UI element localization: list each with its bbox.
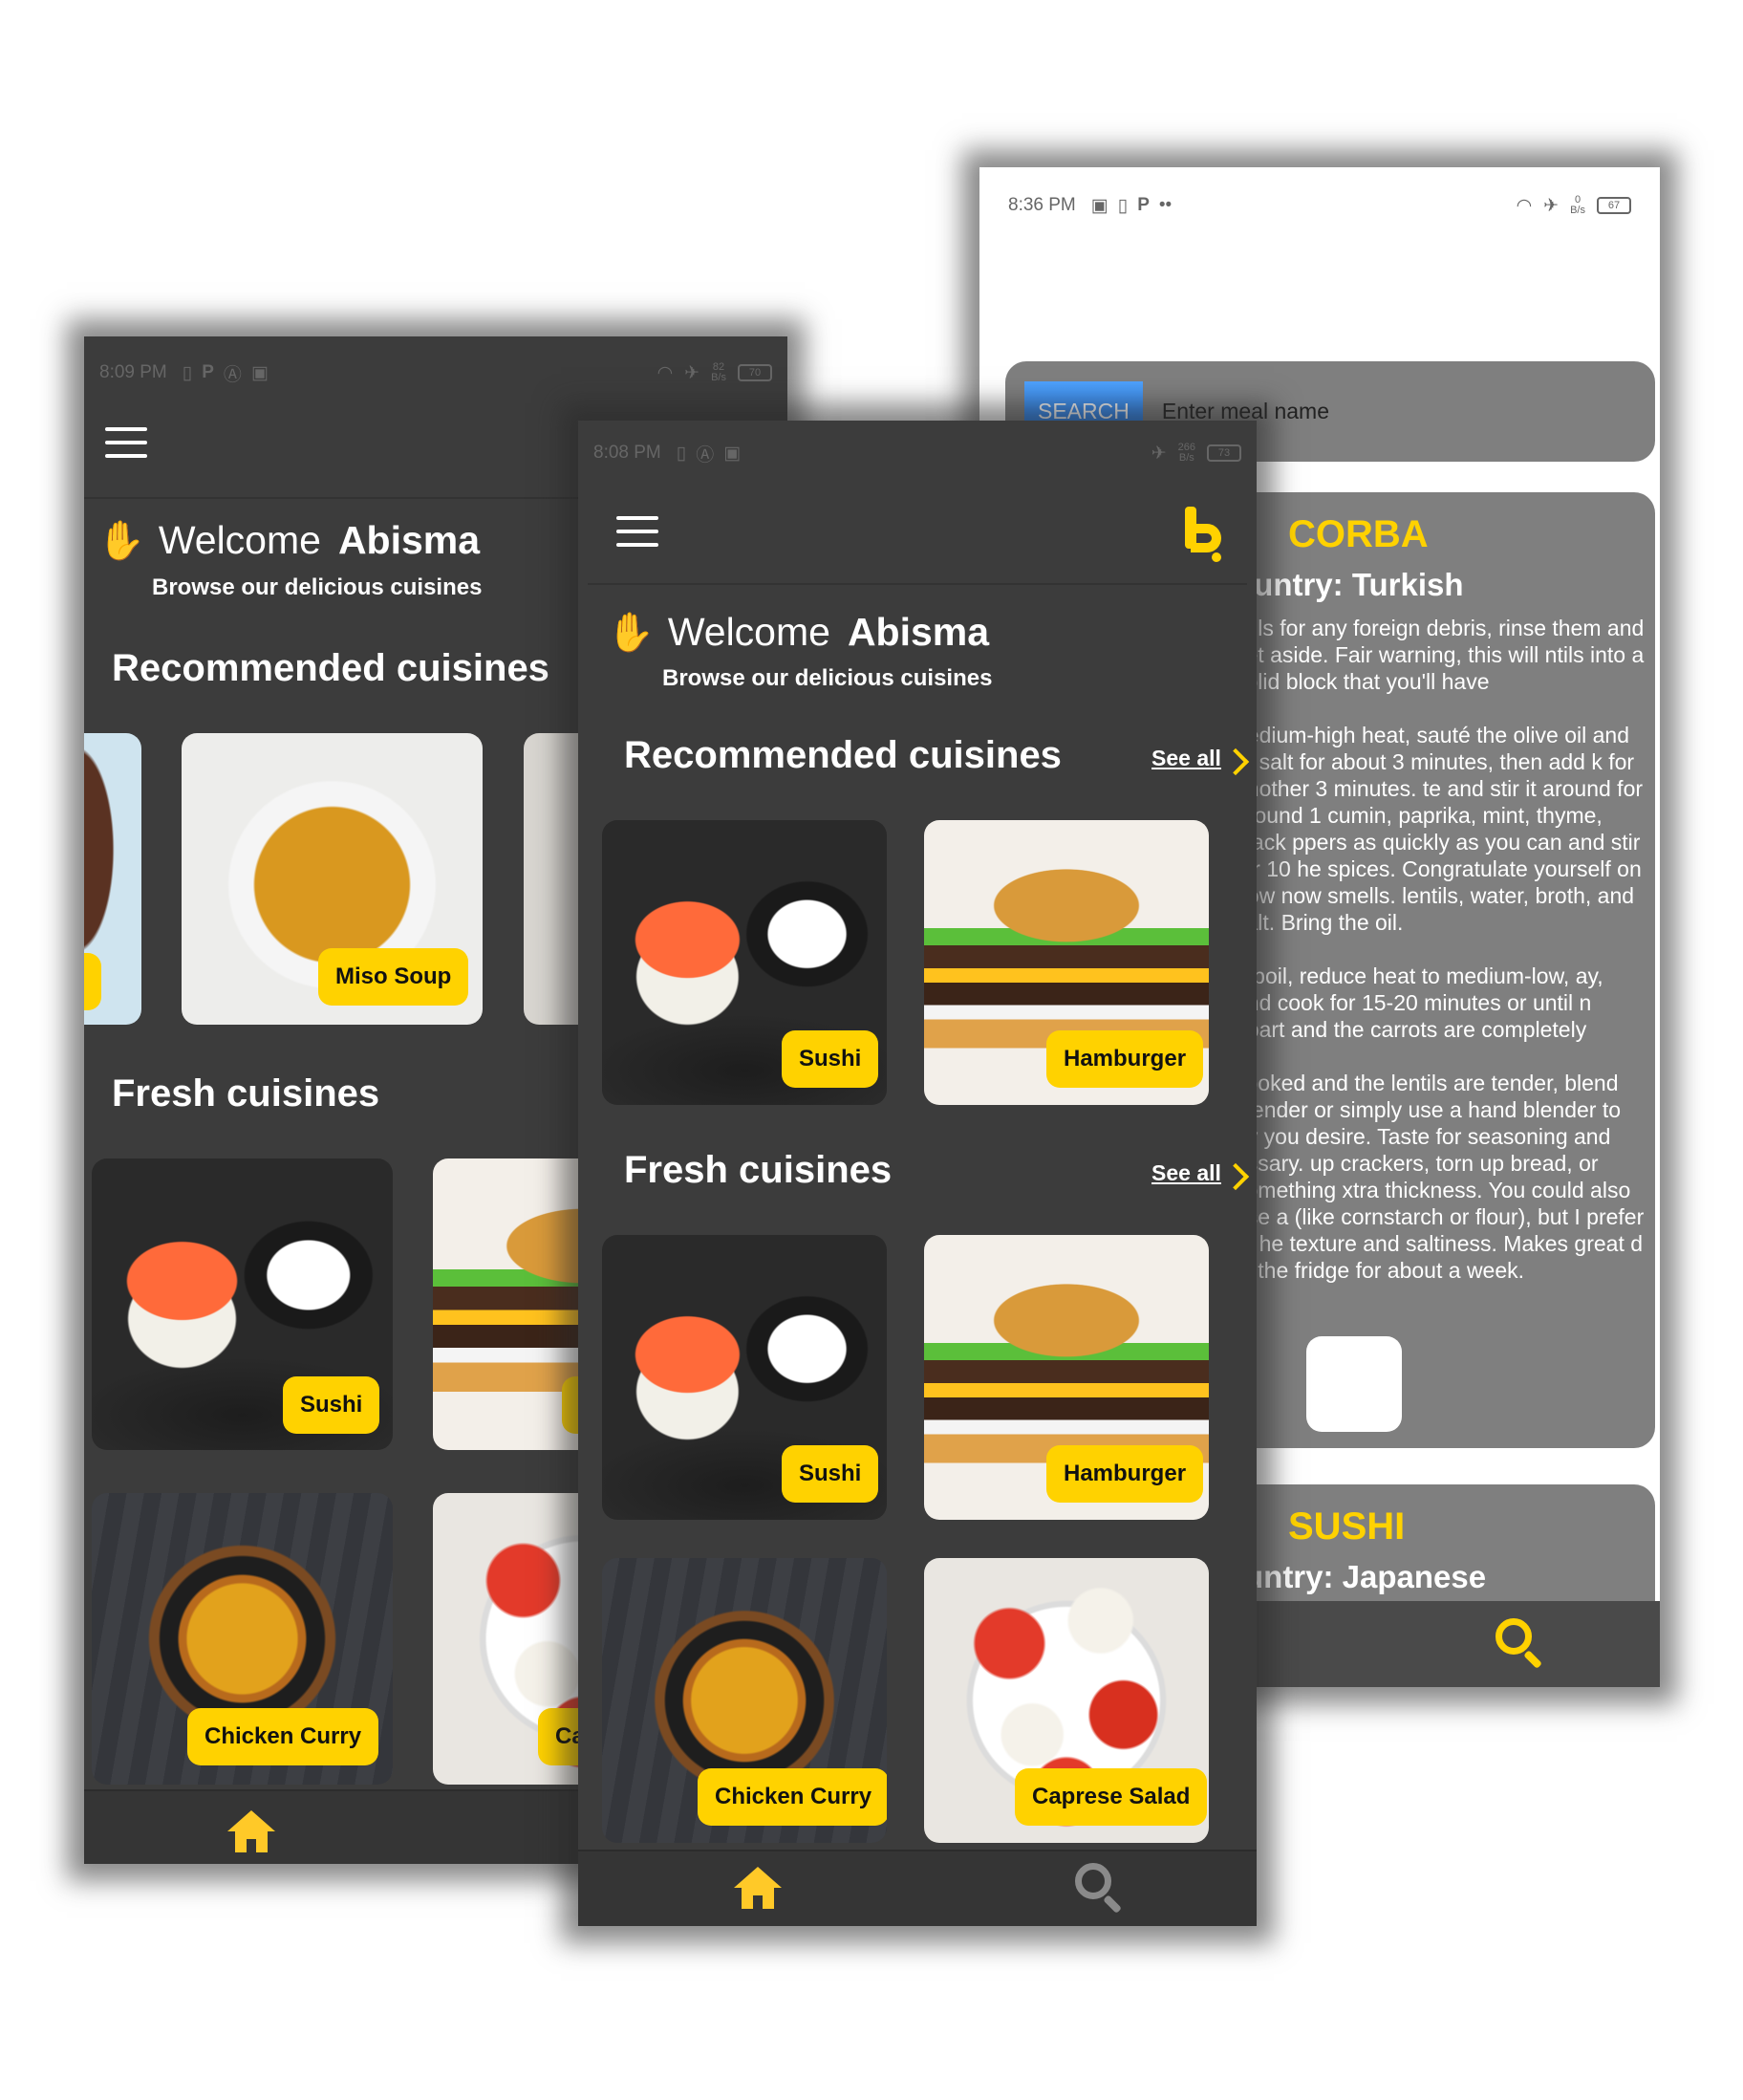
home-icon[interactable] (227, 1810, 275, 1852)
instruction-paragraph: a boil, reduce heat to medium-low, ay, a… (1235, 963, 1603, 1042)
food-card[interactable]: Chicken Curry (602, 1558, 887, 1843)
welcome-subtitle: Browse our delicious cuisines (152, 574, 483, 600)
battery-saver-icon: ▯ (182, 362, 193, 383)
meal-name: CORBA (1288, 513, 1429, 555)
menu-icon[interactable] (105, 427, 147, 460)
battery-icon: 70 (738, 364, 772, 381)
chevron-right-icon[interactable] (1221, 1162, 1250, 1191)
food-card[interactable]: Sushi (92, 1158, 393, 1450)
status-right: ◠ ✈ 0 B/s 67 (1517, 195, 1631, 217)
airplane-icon: ✈ (1151, 443, 1167, 464)
meal-thumbnail (1306, 1336, 1402, 1432)
status-icons: ▯ P Ⓐ ▣ (183, 360, 269, 386)
meal-instructions: ntils for any foreign debris, rinse them… (1235, 615, 1646, 1310)
net-speed: 266 B/s (1177, 442, 1195, 464)
image-icon: ▣ (250, 362, 269, 383)
meal-country: ountry: Turkish (1235, 567, 1464, 602)
waving-hand-icon: ✋ (607, 612, 655, 654)
fresh-title: Fresh cuisines (624, 1149, 893, 1191)
food-label: Caprese Salad (1015, 1768, 1208, 1826)
fresh-title: Fresh cuisines (112, 1072, 380, 1115)
status-bar: 8:09 PM ▯ P Ⓐ ▣ ◠ ✈ 82 B/s 70 (84, 336, 787, 409)
food-card[interactable]: Chicken Curry (92, 1493, 393, 1785)
food-label: Hamburger (1046, 1445, 1204, 1503)
status-time: 8:36 PM (1008, 195, 1076, 215)
more-dots-icon: •• (1158, 195, 1173, 215)
header-divider (588, 583, 1247, 585)
food-card[interactable]: ake (84, 733, 141, 1025)
meal-name: SUSHI (1288, 1505, 1406, 1548)
a-app-icon: Ⓐ (223, 364, 242, 385)
wifi-icon: ◠ (1516, 195, 1533, 216)
meal-country: untry: Japanese (1244, 1559, 1487, 1594)
food-label: Hamburger (1046, 1030, 1204, 1088)
search-icon[interactable] (1496, 1618, 1543, 1669)
battery-saver-icon: ▯ (1117, 195, 1129, 216)
battery-saver-icon: ▯ (676, 443, 687, 464)
showcase-stage: 8:36 PM ▣ ▯ P •• ◠ ✈ 0 B/s 67 SEARCH Ente… (0, 0, 1743, 2100)
status-time: 8:09 PM (99, 362, 167, 382)
food-label: Chicken Curry (698, 1768, 887, 1826)
net-speed: 0 B/s (1570, 194, 1585, 216)
status-icons: ▯ Ⓐ ▣ (677, 441, 741, 466)
status-icons: ▣ ▯ P •• (1091, 195, 1172, 217)
waving-hand-icon: ✋ (97, 520, 145, 562)
see-all-link[interactable]: See all (1151, 1160, 1221, 1186)
food-label: Miso Soup (318, 948, 469, 1006)
see-all-link[interactable]: See all (1151, 746, 1221, 771)
instruction-paragraph: cooked and the lentils are tender, blend… (1235, 1071, 1645, 1283)
search-icon[interactable] (1075, 1863, 1123, 1914)
welcome-row: ✋ Welcome Abisma (607, 610, 989, 655)
status-bar: 8:36 PM ▣ ▯ P •• ◠ ✈ 0 B/s 67 (979, 167, 1660, 244)
p-app-icon: P (202, 362, 214, 382)
welcome-row: ✋ Welcome Abisma (97, 518, 480, 563)
food-label: Sushi (782, 1030, 879, 1088)
food-card[interactable]: Hamburger (924, 1235, 1209, 1520)
home-icon[interactable] (734, 1867, 782, 1909)
image-icon: ▣ (723, 443, 742, 464)
food-label: Sushi (283, 1376, 380, 1434)
user-name: Abisma (337, 518, 481, 562)
welcome-text: Welcome (158, 518, 321, 562)
welcome-subtitle: Browse our delicious cuisines (662, 665, 993, 691)
status-right: ✈ 266 B/s 73 (1151, 443, 1241, 465)
food-card[interactable]: Caprese Salad (924, 1558, 1209, 1843)
food-label: Chicken Curry (187, 1708, 379, 1765)
airplane-icon: ✈ (684, 362, 700, 383)
status-time: 8:08 PM (593, 443, 661, 463)
user-name: Abisma (847, 610, 990, 654)
recommended-title: Recommended cuisines (112, 647, 549, 689)
status-right: ◠ ✈ 82 B/s 70 (657, 362, 772, 384)
wifi-icon: ◠ (656, 362, 674, 383)
menu-icon[interactable] (616, 516, 658, 549)
logo-icon (1185, 507, 1229, 564)
net-speed: 82 B/s (711, 361, 726, 383)
airplane-icon: ✈ (1543, 195, 1560, 216)
chevron-right-icon[interactable] (1221, 747, 1250, 776)
phone-home-screen-front: 8:08 PM ▯ Ⓐ ▣ ✈ 266 B/s 73 ✋ Welcome Abis… (578, 421, 1257, 1926)
a-app-icon: Ⓐ (696, 444, 715, 465)
welcome-text: Welcome (667, 610, 830, 654)
instruction-paragraph: nedium-high heat, sauté the olive oil an… (1235, 723, 1644, 935)
food-label: Sushi (782, 1445, 879, 1503)
food-card[interactable]: Sushi (602, 1235, 887, 1520)
image-icon: ▣ (1090, 195, 1108, 216)
battery-icon: 67 (1597, 197, 1631, 214)
recommended-title: Recommended cuisines (624, 734, 1062, 776)
food-card[interactable]: Miso Soup (182, 733, 483, 1025)
food-card[interactable]: Hamburger (924, 820, 1209, 1105)
food-label: ake (84, 953, 102, 1010)
food-card[interactable]: Sushi (602, 820, 887, 1105)
p-app-icon: P (1137, 195, 1150, 215)
instruction-paragraph: ntils for any foreign debris, rinse them… (1235, 616, 1645, 694)
bottom-nav (578, 1850, 1257, 1926)
battery-icon: 73 (1207, 444, 1241, 462)
status-bar: 8:08 PM ▯ Ⓐ ▣ ✈ 266 B/s 73 (578, 424, 1257, 482)
